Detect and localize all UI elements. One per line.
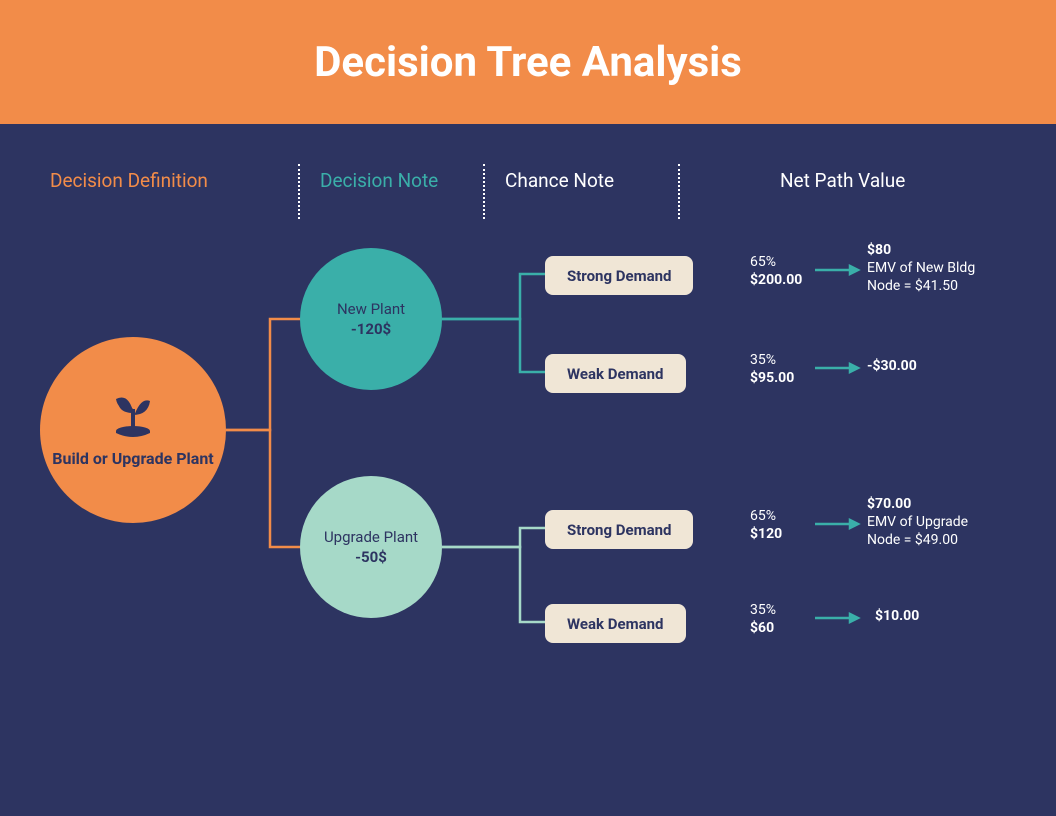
result-new-strong: $80 EMV of New Bldg Node = $41.50 <box>867 242 975 294</box>
upgrade-plant-node: Upgrade Plant -50$ <box>300 476 442 618</box>
value-upgrade-strong: 65% $120 <box>750 508 782 542</box>
legend-decision-note: Decision Note <box>300 169 485 192</box>
header: Decision Tree Analysis <box>0 0 1056 124</box>
value-new-weak: 35% $95.00 <box>750 352 794 386</box>
chance-strong-demand-upgrade: Strong Demand <box>545 510 693 549</box>
upgrade-plant-name: Upgrade Plant <box>324 528 418 546</box>
chance-weak-demand-upgrade: Weak Demand <box>545 604 686 643</box>
upgrade-plant-cost: -50$ <box>355 548 387 566</box>
legend-decision-definition: Decision Definition <box>50 169 300 192</box>
legend-chance-note: Chance Note <box>485 169 680 192</box>
result-new-weak: -$30.00 <box>867 358 917 374</box>
root-decision-node: Build or Upgrade Plant <box>40 337 226 523</box>
decision-tree-diagram: Build or Upgrade Plant New Plant -120$ U… <box>0 192 1056 252</box>
result-upgrade-strong: $70.00 EMV of Upgrade Node = $49.00 <box>867 496 968 548</box>
new-plant-node: New Plant -120$ <box>300 248 442 390</box>
value-upgrade-weak: 35% $60 <box>750 602 776 636</box>
legend-row: Decision Definition Decision Note Chance… <box>0 124 1056 192</box>
value-new-strong: 65% $200.00 <box>750 254 802 288</box>
root-label: Build or Upgrade Plant <box>52 449 213 470</box>
new-plant-name: New Plant <box>337 300 405 318</box>
chance-weak-demand-new: Weak Demand <box>545 354 686 393</box>
plant-icon <box>108 391 158 441</box>
legend-net-path-value: Net Path Value <box>680 169 1006 192</box>
page-title: Decision Tree Analysis <box>314 38 742 87</box>
result-upgrade-weak: $10.00 <box>875 608 919 624</box>
new-plant-cost: -120$ <box>351 320 391 338</box>
chance-strong-demand-new: Strong Demand <box>545 256 693 295</box>
